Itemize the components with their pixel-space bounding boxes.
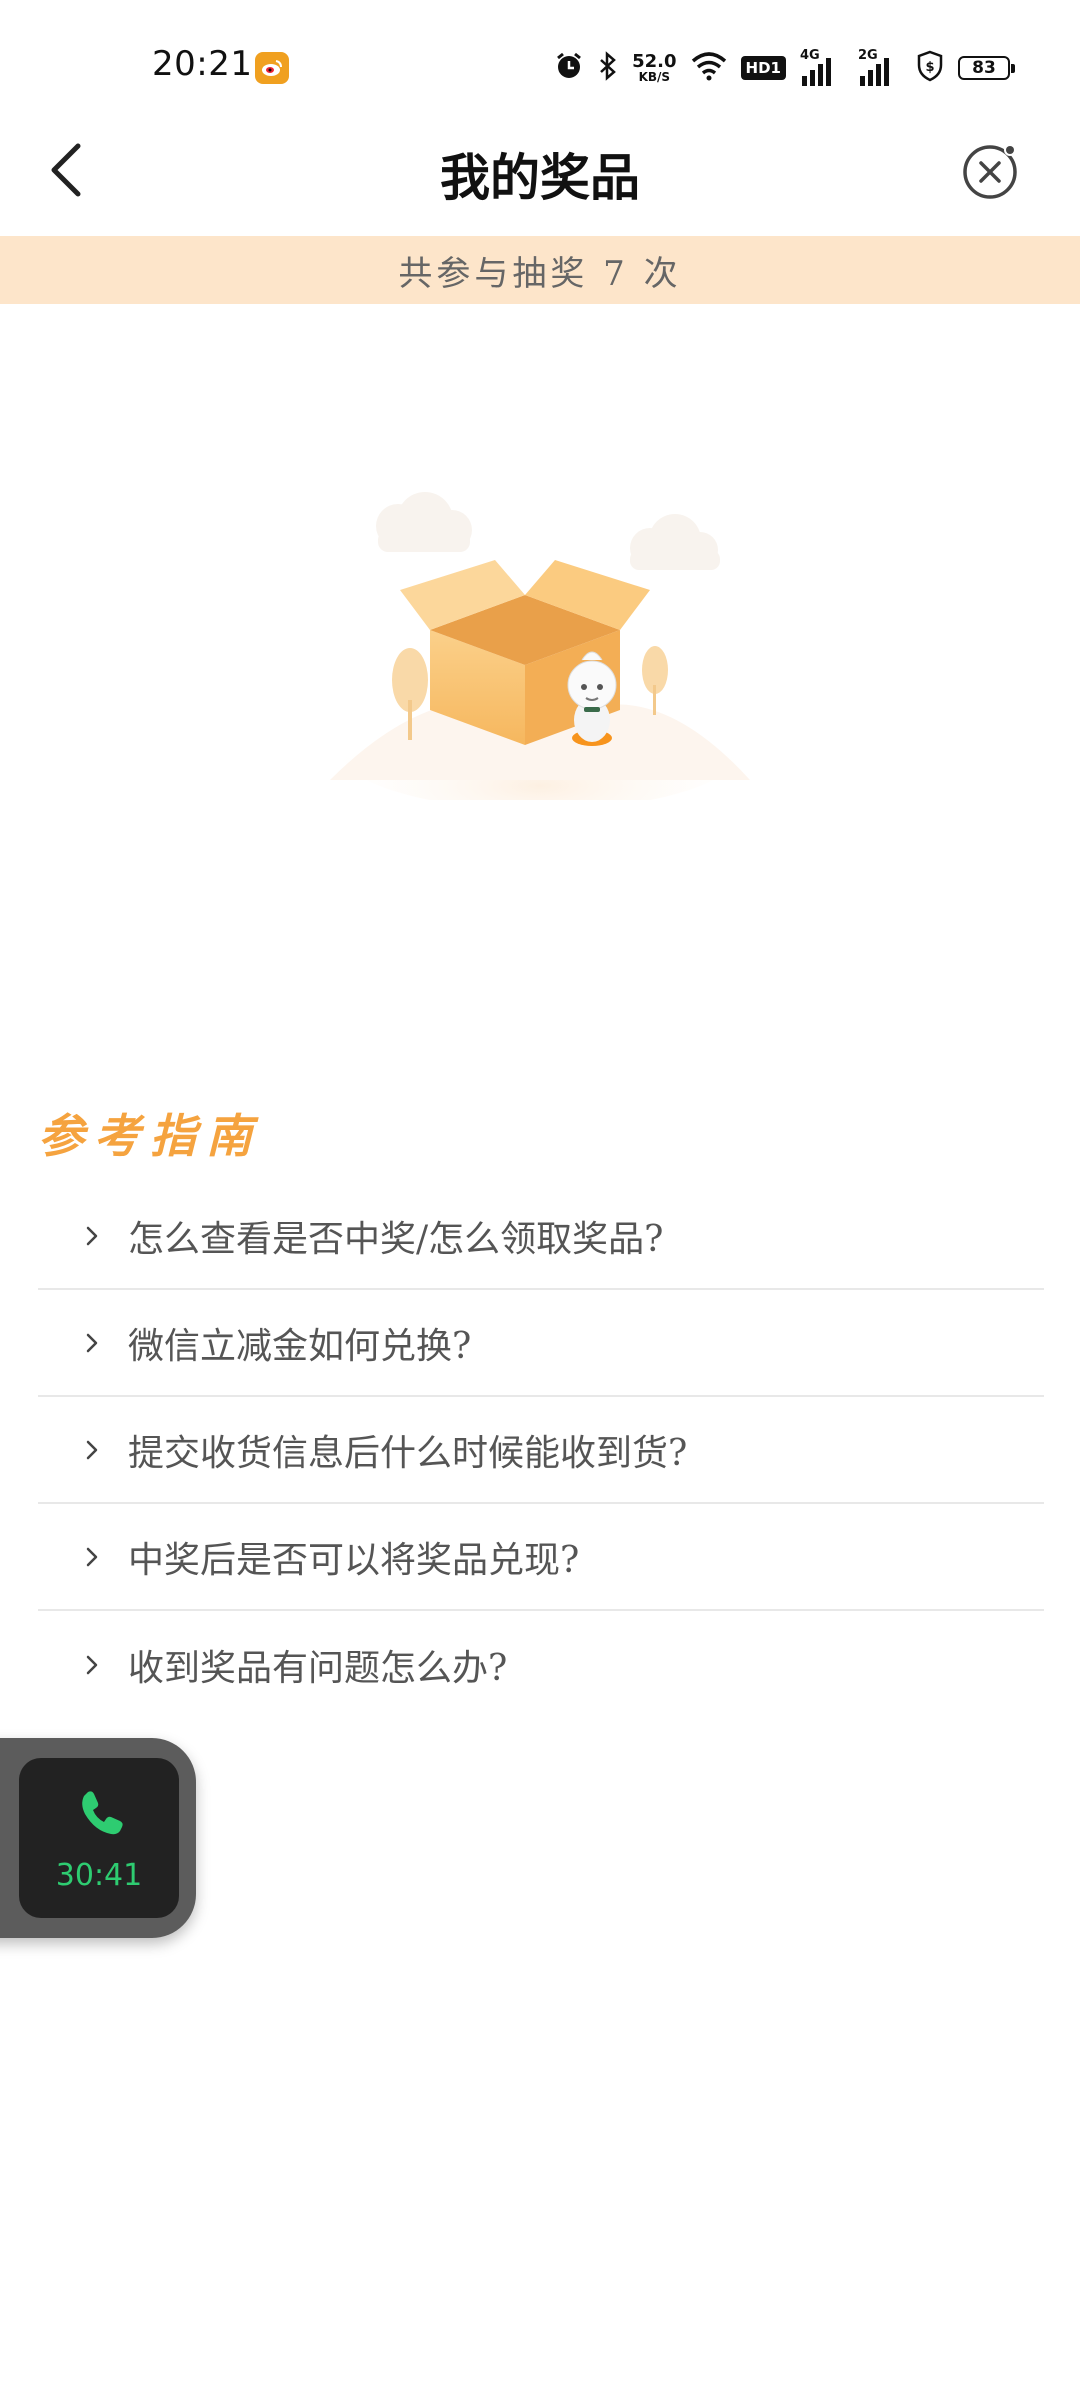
floating-call-bubble[interactable]: 30:41 xyxy=(0,1738,196,1938)
hd-badge: HD1 xyxy=(740,56,786,80)
signal-icon: 4G xyxy=(800,48,844,86)
call-bubble-inner[interactable]: 30:41 xyxy=(19,1758,179,1918)
faq-label: 中奖后是否可以将奖品兑现? xyxy=(128,1539,580,1581)
chevron-right-icon xyxy=(86,1655,98,1674)
close-mini-program-button[interactable] xyxy=(960,140,1022,202)
faq-item[interactable]: 中奖后是否可以将奖品兑现? xyxy=(38,1504,1044,1611)
chevron-right-icon xyxy=(86,1226,98,1245)
call-timer: 30:41 xyxy=(55,1858,143,1893)
faq-list: 怎么查看是否中奖/怎么领取奖品? 微信立减金如何兑换? 提交收货信息后什么时候能… xyxy=(38,1183,1044,1718)
phone-icon xyxy=(82,1791,123,1835)
faq-label: 收到奖品有问题怎么办? xyxy=(128,1647,508,1689)
faq-label: 微信立减金如何兑换? xyxy=(128,1325,472,1367)
dollar-shield-icon: $ xyxy=(916,50,944,86)
signal-icon: 2G xyxy=(858,48,902,86)
net-speed-value: 52.0 xyxy=(632,51,677,72)
chevron-right-icon xyxy=(86,1333,98,1352)
nav-bar: 我的奖品 xyxy=(0,110,1080,235)
page-title: 我的奖品 xyxy=(440,148,640,207)
chevron-right-icon xyxy=(86,1440,98,1459)
faq-label: 提交收货信息后什么时候能收到货? xyxy=(128,1432,688,1474)
faq-item[interactable]: 提交收货信息后什么时候能收到货? xyxy=(38,1397,1044,1504)
bluetooth-icon xyxy=(598,51,618,85)
net-speed: 52.0 KB/S xyxy=(632,51,677,84)
lottery-count-banner: 共参与抽奖 7 次 xyxy=(0,236,1080,304)
chevron-right-icon xyxy=(86,1547,98,1566)
faq-item[interactable]: 收到奖品有问题怎么办? xyxy=(38,1611,1044,1718)
alarm-icon xyxy=(554,51,584,85)
faq-item[interactable]: 怎么查看是否中奖/怎么领取奖品? xyxy=(38,1183,1044,1290)
status-time: 20:21 xyxy=(152,44,253,84)
net-speed-unit: KB/S xyxy=(638,70,671,84)
faq-item[interactable]: 微信立减金如何兑换? xyxy=(38,1290,1044,1397)
close-mini-program-icon xyxy=(963,144,1017,199)
weibo-icon xyxy=(255,52,289,84)
status-icons: 52.0 KB/S HD1 4G 2G $ 83 xyxy=(554,48,1015,88)
faq-label: 怎么查看是否中奖/怎么领取奖品? xyxy=(128,1218,664,1260)
wifi-icon xyxy=(691,51,727,85)
battery-icon: 83 xyxy=(958,56,1015,80)
svg-text:$: $ xyxy=(925,60,934,75)
guide-title: 参考指南 xyxy=(38,1109,262,1163)
empty-prize-box-illustration xyxy=(330,480,750,810)
